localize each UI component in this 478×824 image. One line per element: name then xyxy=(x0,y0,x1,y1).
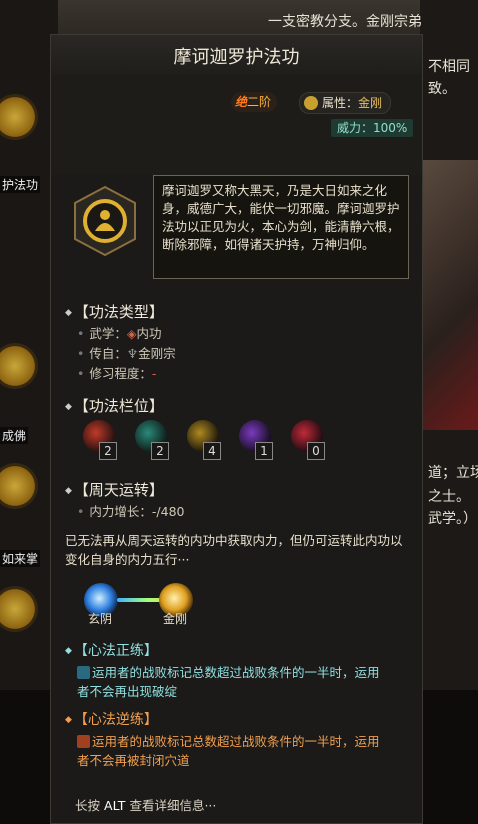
slot-section-title: 【功法栏位】 xyxy=(65,395,164,416)
element-label: 玄阴 xyxy=(88,612,113,626)
left-skill-item[interactable] xyxy=(0,578,50,678)
slot-item[interactable]: 4 xyxy=(183,420,223,460)
origin-line: 传自：♆金刚宗 xyxy=(77,343,176,362)
skill-emblem-icon xyxy=(74,185,136,257)
left-skill-label: 成佛 xyxy=(0,427,29,444)
skill-icon xyxy=(0,343,38,389)
slot-count: 0 xyxy=(307,442,325,460)
tier-value: 二阶 xyxy=(247,95,272,109)
slot-item[interactable]: 0 xyxy=(287,420,327,460)
martial-value: 内功 xyxy=(136,326,162,341)
background-text-line: 不相同 xyxy=(428,59,470,75)
footer-prefix: 长按 xyxy=(75,798,101,813)
slot-count: 1 xyxy=(255,442,273,460)
martial-label: 武学： xyxy=(89,326,127,341)
power-value: 100% xyxy=(373,121,408,135)
tooltip-title-bar: 摩诃迦罗护法功 xyxy=(51,35,422,76)
zheng-effect: 运用者的战败标记总数超过战败条件的一半时，运用者不会再出现破绽 xyxy=(77,663,382,701)
skill-icon xyxy=(0,94,38,140)
background-text-line: 致。 xyxy=(428,81,456,97)
left-skill-label: 如来掌 xyxy=(0,550,41,567)
growth-label: 内力增长： xyxy=(89,504,152,519)
ni-effect-text: 运用者的战败标记总数超过战败条件的一半时，运用者不会再被封闭穴道 xyxy=(77,734,380,768)
attribute-icon xyxy=(304,96,318,110)
left-skill-label: 护法功 xyxy=(0,176,41,193)
neigong-icon: ◈ xyxy=(126,326,137,341)
growth-value: -/480 xyxy=(151,504,185,519)
left-skill-item[interactable]: 护法功 xyxy=(0,90,50,193)
skill-description: 摩诃迦罗又称大黑天，乃是大日如来之化身，威德广大，能伏一切邪魔。摩诃迦罗护法功以… xyxy=(153,175,409,279)
zheng-effect-text: 运用者的战败标记总数超过战败条件的一半时，运用者不会再出现破绽 xyxy=(77,665,380,699)
skill-icon xyxy=(0,463,38,509)
left-skill-item[interactable]: 如来掌 xyxy=(0,455,50,567)
zheng-effect-icon xyxy=(77,666,90,679)
footer-hint: 长按 ALT 查看详细信息··· xyxy=(75,795,216,814)
slot-item[interactable]: 1 xyxy=(235,420,275,460)
skill-name: 摩诃迦罗护法功 xyxy=(173,47,300,68)
type-section-title: 【功法类型】 xyxy=(65,301,164,322)
background-text-line: 武学。） xyxy=(428,511,477,527)
power-label: 威力： xyxy=(337,121,374,135)
cycle-note: 已无法再从周天运转的内功中获取内力，但仍可运转此内功以变化自身的内力五行··· xyxy=(65,533,403,567)
growth-line: 内力增长：-/480 xyxy=(77,501,184,520)
tier-badge: 绝二阶 xyxy=(231,92,278,112)
ni-section-title: 【心法逆练】 xyxy=(65,709,158,729)
background-character-art xyxy=(420,160,478,430)
practice-label: 修习程度： xyxy=(89,366,152,381)
martial-line: 武学：◈内功 xyxy=(77,323,162,342)
cycle-section-title: 【周天运转】 xyxy=(65,479,164,500)
skill-tooltip-panel: 摩诃迦罗护法功 绝二阶 属性：金刚 威力：100% 摩诃迦罗又称大黑天，乃是大日… xyxy=(50,34,423,824)
origin-value: 金刚宗 xyxy=(138,346,176,361)
slot-count: 2 xyxy=(151,442,169,460)
background-text-line: 道；立场 xyxy=(428,465,478,481)
power-badge: 威力：100% xyxy=(331,119,414,137)
left-skill-item[interactable]: 成佛 xyxy=(0,335,50,444)
origin-label: 传自： xyxy=(89,346,127,361)
practice-line: 修习程度：- xyxy=(77,363,156,382)
background-text-line: 之士。 xyxy=(428,489,470,505)
practice-value: - xyxy=(151,366,157,381)
attribute-value: 金刚 xyxy=(358,96,383,110)
skill-icon xyxy=(0,586,38,632)
attribute-badge: 属性：金刚 xyxy=(299,92,392,114)
slot-count: 4 xyxy=(203,442,221,460)
slot-count: 2 xyxy=(99,442,117,460)
ni-effect: 运用者的战败标记总数超过战败条件的一半时，运用者不会再被封闭穴道 xyxy=(77,732,382,770)
element-label: 金刚 xyxy=(163,612,188,626)
slot-item[interactable]: 2 xyxy=(79,420,119,460)
sect-icon: ♆ xyxy=(126,346,139,361)
background-text-line: 一支密教分支。金刚宗弟 xyxy=(268,14,422,30)
alt-key: ALT xyxy=(104,798,126,813)
zheng-section-title: 【心法正练】 xyxy=(65,640,158,660)
ni-effect-icon xyxy=(77,735,90,748)
footer-suffix: 查看详细信息··· xyxy=(129,798,217,813)
attribute-label: 属性： xyxy=(322,96,359,110)
tier-prefix: 绝 xyxy=(235,95,248,109)
slot-item[interactable]: 2 xyxy=(131,420,171,460)
